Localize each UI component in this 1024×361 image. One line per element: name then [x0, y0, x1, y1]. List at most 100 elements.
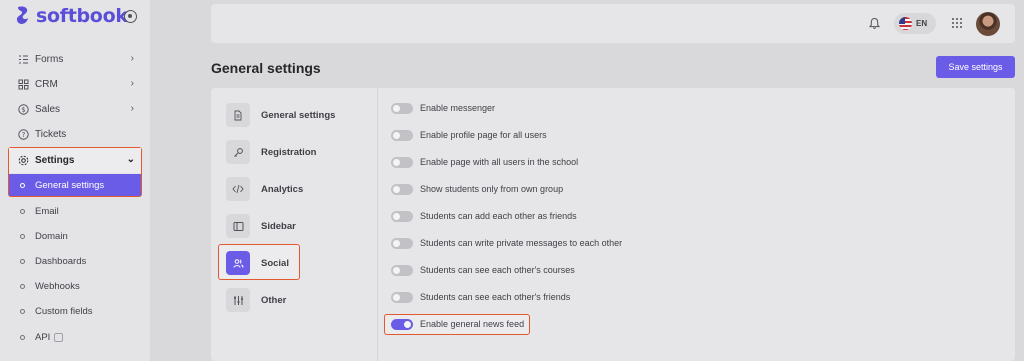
- apps-grid-icon[interactable]: [952, 18, 963, 29]
- toggle-row: Enable messenger: [391, 100, 495, 116]
- toggle-switch[interactable]: [391, 210, 413, 222]
- toggle-label: Enable general news feed: [420, 319, 525, 329]
- sidebar-item-label: Sales: [35, 103, 61, 115]
- toggle-switch[interactable]: [391, 102, 413, 114]
- toggle-label: Students can write private messages to e…: [420, 238, 623, 248]
- sidebar-subitem-label: Dashboards: [35, 255, 87, 267]
- sidebar-subitem-label: Domain: [35, 230, 68, 242]
- sidebar-item-settings[interactable]: Settings ⌄: [9, 148, 141, 173]
- toggle-switch[interactable]: [391, 291, 413, 303]
- sidebar-item-label: Settings: [35, 155, 75, 166]
- chevron-down-icon: ⌄: [126, 154, 135, 165]
- toggle-row: Enable general news feed: [391, 316, 524, 332]
- brand-name: softbook: [36, 5, 128, 27]
- language-selector[interactable]: EN: [894, 13, 936, 34]
- category-general-settings[interactable]: General settings: [226, 102, 376, 128]
- sliders-icon: [226, 288, 250, 312]
- brand-logo[interactable]: softbook: [14, 4, 128, 28]
- category-label: Registration: [261, 146, 317, 158]
- sidebar-subitem-general-settings[interactable]: General settings: [9, 174, 141, 196]
- toggle-switch[interactable]: [391, 318, 413, 330]
- toggle-row: Students can write private messages to e…: [391, 235, 622, 251]
- category-registration[interactable]: Registration: [226, 139, 376, 165]
- category-other[interactable]: Other: [226, 287, 376, 313]
- sidebar-icon: [226, 214, 250, 238]
- svg-text:?: ?: [22, 131, 26, 139]
- external-link-icon: [54, 332, 64, 342]
- category-label: Social: [261, 257, 289, 269]
- language-code: EN: [916, 19, 928, 28]
- bullet-icon: [20, 334, 25, 340]
- toggle-switch[interactable]: [391, 264, 413, 276]
- sidebar-collapse-icon[interactable]: [124, 10, 137, 23]
- document-icon: [226, 103, 250, 127]
- toggle-switch[interactable]: [391, 183, 413, 195]
- bullet-icon: [20, 208, 25, 214]
- sidebar-subitem-dashboards[interactable]: Dashboards: [10, 250, 140, 272]
- toggle-label: Students can see each other's friends: [420, 292, 571, 302]
- toggle-row: Enable profile page for all users: [391, 127, 547, 143]
- bullet-icon: [20, 283, 25, 289]
- sidebar-item-label: Forms: [35, 53, 64, 65]
- help-icon: ?: [18, 128, 29, 140]
- sidebar-item-label: CRM: [35, 78, 58, 90]
- sidebar-item-sales[interactable]: $ Sales ›: [10, 97, 140, 121]
- toggle-label: Students can add each other as friends: [420, 211, 577, 221]
- category-sidebar[interactable]: Sidebar: [226, 213, 376, 239]
- category-label: Analytics: [261, 183, 304, 195]
- toggle-switch[interactable]: [391, 237, 413, 249]
- toggle-row: Enable page with all users in the school: [391, 154, 578, 170]
- toggle-label: Show students only from own group: [420, 184, 564, 194]
- key-icon: [226, 140, 250, 164]
- bullet-icon: [20, 308, 25, 314]
- toggle-label: Enable profile page for all users: [420, 130, 547, 140]
- avatar[interactable]: [976, 12, 1000, 36]
- code-icon: [226, 177, 250, 201]
- category-analytics[interactable]: Analytics: [226, 176, 376, 202]
- sidebar-item-tickets[interactable]: ? Tickets: [10, 122, 140, 146]
- chevron-right-icon: ›: [130, 78, 134, 89]
- us-flag-icon: [899, 17, 912, 30]
- save-settings-button[interactable]: Save settings: [936, 56, 1015, 78]
- grid-icon: [18, 79, 29, 90]
- category-label: Sidebar: [261, 220, 296, 232]
- bullet-icon: [20, 258, 25, 264]
- chevron-right-icon: ›: [130, 53, 134, 64]
- softbook-logo-icon: [16, 6, 28, 24]
- sidebar-subitem-label: API: [35, 331, 51, 343]
- chevron-right-icon: ›: [130, 103, 134, 114]
- sidebar-subitem-label: Email: [35, 205, 59, 217]
- sidebar-subitem-label: Custom fields: [35, 305, 93, 317]
- toggle-label: Students can see each other's courses: [420, 265, 575, 275]
- category-social[interactable]: Social: [226, 250, 376, 276]
- toggle-row: Students can see each other's courses: [391, 262, 575, 278]
- sidebar-subitem-email[interactable]: Email: [10, 200, 140, 222]
- svg-text:$: $: [21, 106, 25, 114]
- category-label: Other: [261, 294, 287, 306]
- sidebar-item-label: Tickets: [35, 128, 67, 140]
- users-icon: [226, 251, 250, 275]
- bullet-icon: [20, 182, 25, 188]
- sidebar-subitem-api[interactable]: API: [10, 326, 140, 348]
- sidebar-subitem-domain[interactable]: Domain: [10, 225, 140, 247]
- toggle-switch[interactable]: [391, 156, 413, 168]
- toggle-label: Enable page with all users in the school: [420, 157, 579, 167]
- toggle-switch[interactable]: [391, 129, 413, 141]
- sidebar-item-crm[interactable]: CRM ›: [10, 72, 140, 96]
- gear-icon: [18, 155, 29, 166]
- sidebar-subitem-label: Webhooks: [35, 280, 80, 292]
- category-label: General settings: [261, 109, 336, 121]
- bell-icon[interactable]: [868, 17, 881, 30]
- toggle-row: Students can add each other as friends: [391, 208, 577, 224]
- dollar-icon: $: [18, 103, 29, 115]
- sidebar-subitem-custom-fields[interactable]: Custom fields: [10, 300, 140, 322]
- sidebar-item-forms[interactable]: Forms ›: [10, 47, 140, 71]
- toggle-row: Students can see each other's friends: [391, 289, 570, 305]
- sidebar-subitem-webhooks[interactable]: Webhooks: [10, 275, 140, 297]
- bullet-icon: [20, 233, 25, 239]
- sidebar: softbook Forms › CRM › $ Sales › ? Ticke…: [0, 0, 150, 361]
- list-icon: [18, 54, 29, 65]
- divider: [377, 88, 378, 361]
- page-title: General settings: [211, 60, 321, 76]
- toggle-row: Show students only from own group: [391, 181, 563, 197]
